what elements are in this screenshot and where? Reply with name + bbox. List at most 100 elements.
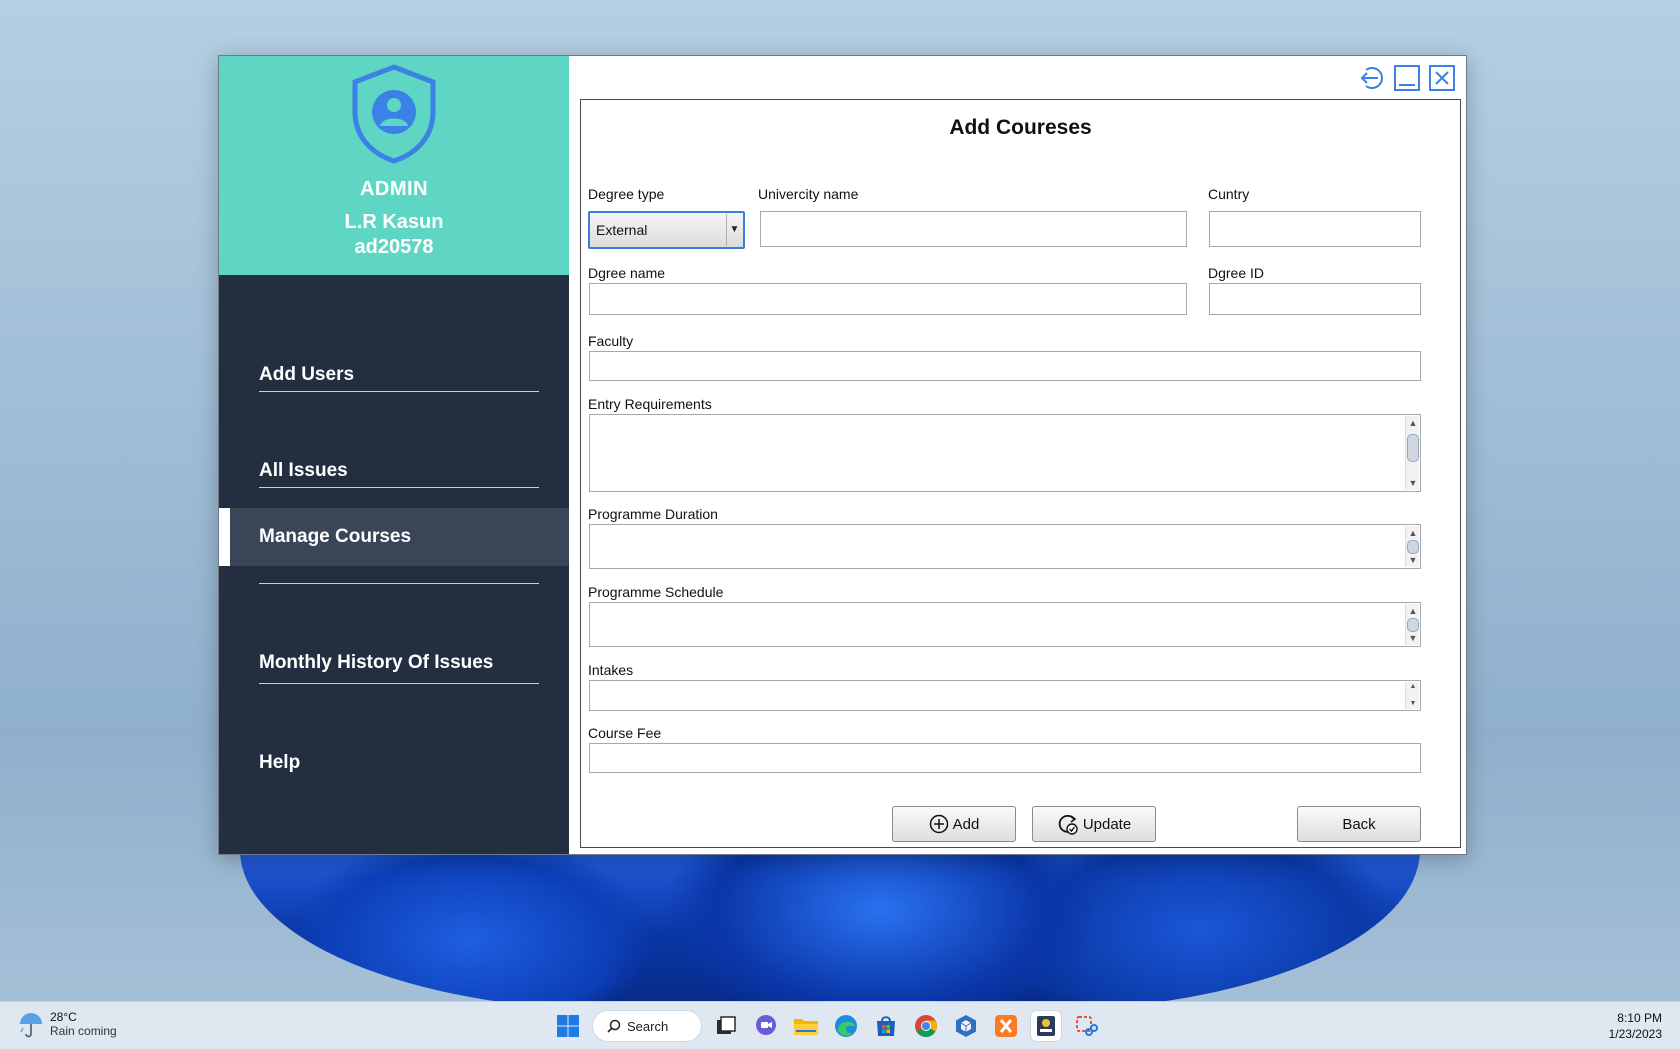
intakes-label: Intakes bbox=[588, 662, 634, 678]
course-fee-label: Course Fee bbox=[588, 725, 662, 741]
sidebar-item-help[interactable]: Help bbox=[219, 734, 569, 792]
chrome-icon bbox=[915, 1015, 937, 1037]
degree-type-select[interactable]: External ▼ bbox=[588, 211, 745, 249]
scrollbar-thumb[interactable] bbox=[1407, 618, 1419, 632]
update-button[interactable]: Update bbox=[1032, 806, 1156, 842]
entry-requirements-textarea[interactable]: ▲ ▼ bbox=[589, 414, 1421, 492]
refresh-check-icon bbox=[1058, 814, 1078, 835]
entry-requirements-label: Entry Requirements bbox=[588, 396, 712, 412]
file-explorer-button[interactable] bbox=[790, 1010, 822, 1042]
weather-temp: 28°C bbox=[50, 1010, 77, 1024]
windows-logo-icon bbox=[557, 1015, 579, 1037]
faculty-label: Faculty bbox=[588, 333, 634, 349]
task-view-button[interactable] bbox=[710, 1010, 742, 1042]
sidebar: ADMIN L.R Kasun ad20578 Add Users All Is… bbox=[219, 56, 569, 854]
degree-id-input[interactable] bbox=[1209, 283, 1421, 315]
scrollbar-thumb[interactable] bbox=[1407, 540, 1419, 554]
programme-duration-textarea[interactable]: ▲ ▼ bbox=[589, 524, 1421, 569]
system-clock[interactable]: 8:10 PM 1/23/2023 bbox=[1609, 1010, 1662, 1042]
course-fee-input[interactable] bbox=[589, 743, 1421, 773]
weather-widget[interactable]: 28°C Rain coming bbox=[18, 1010, 117, 1038]
scroll-down-icon[interactable]: ▼ bbox=[1406, 476, 1420, 490]
edge-browser-button[interactable] bbox=[830, 1010, 862, 1042]
minimize-icon bbox=[1394, 65, 1420, 91]
scroll-up-icon[interactable]: ▲ bbox=[1406, 682, 1420, 692]
microsoft-store-button[interactable] bbox=[870, 1010, 902, 1042]
programme-schedule-label: Programme Schedule bbox=[588, 584, 724, 600]
search-label: Search bbox=[627, 1018, 669, 1034]
weather-description: Rain coming bbox=[50, 1024, 117, 1038]
user-id: ad20578 bbox=[354, 236, 434, 258]
scrollbar-thumb[interactable] bbox=[1407, 434, 1419, 462]
chat-icon bbox=[756, 1015, 776, 1035]
close-icon bbox=[1429, 65, 1455, 91]
snipping-tool-icon bbox=[1076, 1016, 1098, 1036]
minimize-button[interactable] bbox=[1393, 64, 1421, 92]
task-view-icon bbox=[717, 1016, 736, 1034]
chevron-down-icon: ▼ bbox=[726, 214, 742, 246]
university-name-input[interactable] bbox=[760, 211, 1187, 247]
plus-circle-icon bbox=[929, 814, 948, 834]
windows-start-button[interactable] bbox=[552, 1010, 584, 1042]
scrollbar[interactable]: ▲ ▼ bbox=[1405, 526, 1419, 567]
app-window: ADMIN L.R Kasun ad20578 Add Users All Is… bbox=[218, 55, 1467, 855]
degree-type-label: Degree type bbox=[588, 186, 665, 202]
scrollbar[interactable]: ▲ ▼ bbox=[1405, 604, 1419, 645]
close-button[interactable] bbox=[1428, 64, 1456, 92]
profile-header: ADMIN L.R Kasun ad20578 bbox=[219, 56, 569, 275]
scrollbar[interactable]: ▲ ▼ bbox=[1405, 682, 1419, 709]
nav-divider bbox=[259, 391, 539, 392]
store-icon bbox=[877, 1016, 895, 1036]
sidebar-item-add-users[interactable]: Add Users bbox=[219, 346, 569, 404]
search-icon bbox=[607, 1019, 621, 1033]
scroll-up-icon[interactable]: ▲ bbox=[1406, 526, 1420, 540]
sidebar-item-manage-courses[interactable]: Manage Courses bbox=[219, 508, 569, 566]
country-label: Cuntry bbox=[1208, 186, 1250, 202]
edge-icon bbox=[835, 1015, 857, 1037]
add-courses-panel: Add Coureses Degree type External ▼ Univ… bbox=[580, 99, 1461, 848]
teams-chat-button[interactable] bbox=[750, 1010, 782, 1042]
java-app-button[interactable] bbox=[1030, 1010, 1062, 1042]
programme-duration-label: Programme Duration bbox=[588, 506, 718, 522]
degree-name-label: Dgree name bbox=[588, 265, 666, 281]
xampp-button[interactable] bbox=[990, 1010, 1022, 1042]
nav-divider bbox=[259, 683, 539, 684]
nav-divider bbox=[259, 487, 539, 488]
scrollbar[interactable]: ▲ ▼ bbox=[1405, 416, 1419, 490]
degree-id-label: Dgree ID bbox=[1208, 265, 1265, 281]
sidebar-item-all-issues[interactable]: All Issues bbox=[219, 442, 569, 500]
logout-icon bbox=[1360, 67, 1383, 89]
admin-shield-icon bbox=[352, 64, 436, 164]
country-input[interactable] bbox=[1209, 211, 1421, 247]
clock-date: 1/23/2023 bbox=[1608, 1027, 1662, 1041]
scroll-up-icon[interactable]: ▲ bbox=[1406, 416, 1420, 430]
user-name: L.R Kasun bbox=[344, 211, 444, 233]
umbrella-rain-icon bbox=[20, 1013, 42, 1038]
programme-schedule-textarea[interactable]: ▲ ▼ bbox=[589, 602, 1421, 647]
folder-icon bbox=[794, 1019, 818, 1035]
scroll-down-icon[interactable]: ▼ bbox=[1406, 699, 1420, 709]
degree-type-value: External bbox=[596, 222, 648, 238]
logout-button[interactable] bbox=[1358, 64, 1386, 92]
university-name-label: Univercity name bbox=[758, 186, 859, 202]
scroll-down-icon[interactable]: ▼ bbox=[1406, 631, 1420, 645]
intakes-textarea[interactable]: ▲ ▼ bbox=[589, 680, 1421, 711]
virtualbox-button[interactable] bbox=[950, 1010, 982, 1042]
scroll-down-icon[interactable]: ▼ bbox=[1406, 553, 1420, 567]
java-app-icon bbox=[1037, 1016, 1055, 1036]
nav-divider bbox=[259, 583, 539, 584]
scroll-up-icon[interactable]: ▲ bbox=[1406, 604, 1420, 618]
chrome-button[interactable] bbox=[910, 1010, 942, 1042]
add-button-label: Add bbox=[952, 815, 980, 833]
back-button-label: Back bbox=[1342, 815, 1376, 833]
degree-name-input[interactable] bbox=[589, 283, 1187, 315]
user-role: ADMIN bbox=[359, 178, 429, 200]
update-button-label: Update bbox=[1082, 815, 1132, 833]
taskbar: 28°C Rain coming Search 8:10 PM 1/23/202… bbox=[0, 1001, 1680, 1049]
add-button[interactable]: Add bbox=[892, 806, 1016, 842]
faculty-input[interactable] bbox=[589, 351, 1421, 381]
virtualbox-icon bbox=[956, 1015, 976, 1037]
back-button[interactable]: Back bbox=[1297, 806, 1421, 842]
snipping-tool-button[interactable] bbox=[1070, 1010, 1102, 1042]
taskbar-search[interactable]: Search bbox=[592, 1010, 702, 1042]
